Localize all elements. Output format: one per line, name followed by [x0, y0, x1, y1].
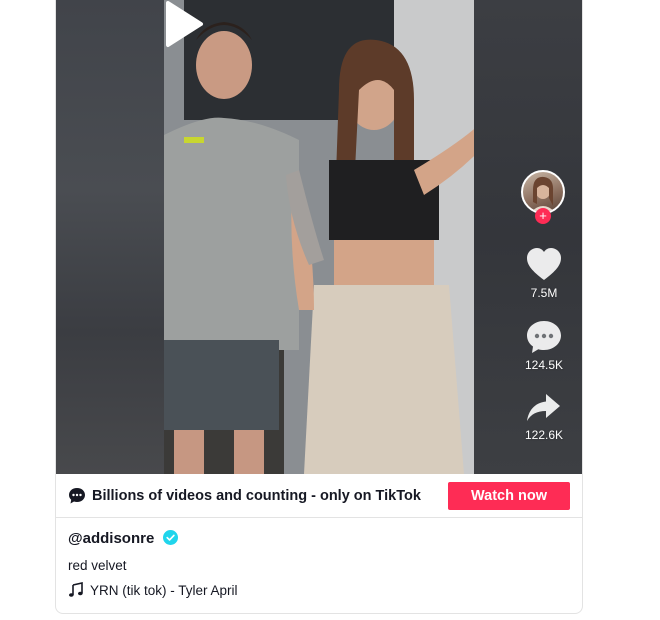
tiktok-embed-card: + 7.5M 124.5K 122.6K Billions of videos … [55, 0, 583, 614]
promo-banner: Billions of videos and counting - only o… [56, 474, 582, 518]
promo-message: Billions of videos and counting - only o… [92, 488, 421, 504]
creator-username[interactable]: @addisonre [68, 530, 154, 547]
music-info[interactable]: YRN (tik tok) - Tyler April [68, 582, 238, 598]
comment-count: 124.5K [524, 358, 564, 372]
music-title[interactable]: YRN (tik tok) - Tyler April [90, 583, 238, 598]
play-icon[interactable] [164, 0, 204, 48]
creator-info: @addisonre [68, 530, 179, 547]
comment-action[interactable]: 124.5K [518, 320, 570, 372]
avatar-image [531, 176, 555, 212]
like-action[interactable]: 7.5M [518, 248, 570, 300]
video-frame[interactable] [164, 0, 474, 474]
share-count: 122.6K [524, 428, 564, 442]
follow-plus-icon[interactable]: + [535, 208, 551, 224]
video-player[interactable]: + 7.5M 124.5K 122.6K [56, 0, 582, 474]
video-blur-left [56, 0, 164, 474]
video-scene [164, 0, 474, 474]
comment-icon[interactable] [526, 320, 562, 354]
video-caption: red velvet [68, 558, 127, 573]
like-count: 7.5M [530, 286, 558, 300]
share-arrow-icon[interactable] [526, 392, 562, 424]
share-action[interactable]: 122.6K [518, 392, 570, 442]
music-note-icon [69, 582, 83, 597]
verified-badge-icon [163, 530, 179, 545]
heart-icon[interactable] [526, 248, 562, 282]
message-bubble-icon [69, 488, 85, 504]
watch-now-button[interactable]: Watch now [448, 482, 570, 510]
